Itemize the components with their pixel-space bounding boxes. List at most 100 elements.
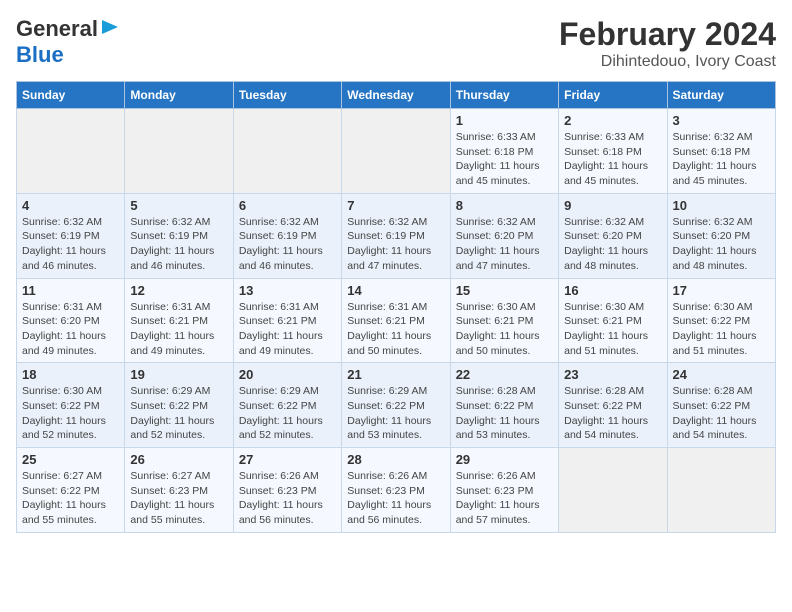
calendar-cell (667, 448, 775, 533)
calendar-cell: 18Sunrise: 6:30 AM Sunset: 6:22 PM Dayli… (17, 363, 125, 448)
day-info: Sunrise: 6:31 AM Sunset: 6:20 PM Dayligh… (22, 300, 119, 359)
weekday-header-saturday: Saturday (667, 82, 775, 109)
calendar-cell: 23 Sunrise: 6:28 AM Sunset: 6:22 PM Dayli… (559, 363, 667, 448)
calendar-cell: 19Sunrise: 6:29 AM Sunset: 6:22 PM Dayli… (125, 363, 233, 448)
calendar-cell: 27 Sunrise: 6:26 AM Sunset: 6:23 PM Dayli… (233, 448, 341, 533)
day-info: Sunrise: 6:27 AM Sunset: 6:22 PM Dayligh… (22, 469, 119, 528)
day-number: 16 (564, 283, 661, 298)
calendar-header: SundayMondayTuesdayWednesdayThursdayFrid… (17, 82, 776, 109)
weekday-header-thursday: Thursday (450, 82, 558, 109)
day-number: 12 (130, 283, 227, 298)
day-number: 5 (130, 198, 227, 213)
day-info: Sunrise: 6:29 AM Sunset: 6:22 PM Dayligh… (347, 384, 444, 443)
day-info: Sunrise: 6:32 AM Sunset: 6:19 PM Dayligh… (239, 215, 336, 274)
calendar-cell: 10 Sunrise: 6:32 AM Sunset: 6:20 PM Dayli… (667, 193, 775, 278)
weekday-header-monday: Monday (125, 82, 233, 109)
day-number: 7 (347, 198, 444, 213)
day-number: 24 (673, 367, 770, 382)
day-info: Sunrise: 6:32 AM Sunset: 6:19 PM Dayligh… (22, 215, 119, 274)
day-number: 23 (564, 367, 661, 382)
day-number: 9 (564, 198, 661, 213)
day-number: 28 (347, 452, 444, 467)
day-number: 22 (456, 367, 553, 382)
day-number: 26 (130, 452, 227, 467)
day-info: Sunrise: 6:28 AM Sunset: 6:22 PM Dayligh… (456, 384, 553, 443)
day-info: Sunrise: 6:28 AM Sunset: 6:22 PM Dayligh… (673, 384, 770, 443)
calendar-cell: 1 Sunrise: 6:33 AM Sunset: 6:18 PM Daylig… (450, 109, 558, 194)
logo-blue: Blue (16, 42, 64, 67)
day-number: 14 (347, 283, 444, 298)
calendar-cell: 16 Sunrise: 6:30 AM Sunset: 6:21 PM Dayli… (559, 278, 667, 363)
day-number: 3 (673, 113, 770, 128)
calendar-cell: 24 Sunrise: 6:28 AM Sunset: 6:22 PM Dayli… (667, 363, 775, 448)
calendar-cell: 12 Sunrise: 6:31 AM Sunset: 6:21 PM Dayli… (125, 278, 233, 363)
logo: General Blue (16, 16, 120, 68)
calendar-body: 1 Sunrise: 6:33 AM Sunset: 6:18 PM Daylig… (17, 109, 776, 533)
calendar-cell: 26 Sunrise: 6:27 AM Sunset: 6:23 PM Dayli… (125, 448, 233, 533)
logo-arrow-icon (100, 17, 120, 37)
weekday-header-tuesday: Tuesday (233, 82, 341, 109)
calendar-week-row: 4 Sunrise: 6:32 AM Sunset: 6:19 PM Daylig… (17, 193, 776, 278)
calendar-cell (17, 109, 125, 194)
day-info: Sunrise: 6:27 AM Sunset: 6:23 PM Dayligh… (130, 469, 227, 528)
calendar-cell: 3Sunrise: 6:32 AM Sunset: 6:18 PM Daylig… (667, 109, 775, 194)
calendar-cell: 6 Sunrise: 6:32 AM Sunset: 6:19 PM Daylig… (233, 193, 341, 278)
calendar-cell: 5Sunrise: 6:32 AM Sunset: 6:19 PM Daylig… (125, 193, 233, 278)
day-info: Sunrise: 6:31 AM Sunset: 6:21 PM Dayligh… (347, 300, 444, 359)
logo-general: General (16, 16, 98, 42)
day-info: Sunrise: 6:30 AM Sunset: 6:22 PM Dayligh… (22, 384, 119, 443)
calendar-cell: 20Sunrise: 6:29 AM Sunset: 6:22 PM Dayli… (233, 363, 341, 448)
calendar-cell (342, 109, 450, 194)
day-number: 11 (22, 283, 119, 298)
weekday-header-row: SundayMondayTuesdayWednesdayThursdayFrid… (17, 82, 776, 109)
weekday-header-friday: Friday (559, 82, 667, 109)
day-number: 13 (239, 283, 336, 298)
day-info: Sunrise: 6:33 AM Sunset: 6:18 PM Dayligh… (456, 130, 553, 189)
day-info: Sunrise: 6:30 AM Sunset: 6:22 PM Dayligh… (673, 300, 770, 359)
calendar-cell: 4 Sunrise: 6:32 AM Sunset: 6:19 PM Daylig… (17, 193, 125, 278)
day-info: Sunrise: 6:32 AM Sunset: 6:20 PM Dayligh… (564, 215, 661, 274)
calendar-cell: 13 Sunrise: 6:31 AM Sunset: 6:21 PM Dayli… (233, 278, 341, 363)
calendar-week-row: 18Sunrise: 6:30 AM Sunset: 6:22 PM Dayli… (17, 363, 776, 448)
day-info: Sunrise: 6:26 AM Sunset: 6:23 PM Dayligh… (456, 469, 553, 528)
day-number: 19 (130, 367, 227, 382)
day-number: 15 (456, 283, 553, 298)
calendar-cell: 9 Sunrise: 6:32 AM Sunset: 6:20 PM Daylig… (559, 193, 667, 278)
weekday-header-wednesday: Wednesday (342, 82, 450, 109)
day-number: 10 (673, 198, 770, 213)
day-info: Sunrise: 6:32 AM Sunset: 6:20 PM Dayligh… (673, 215, 770, 274)
calendar-location: Dihintedouo, Ivory Coast (559, 53, 776, 71)
day-number: 4 (22, 198, 119, 213)
page-header: General Blue February 2024 Dihintedouo, … (16, 16, 776, 71)
day-number: 29 (456, 452, 553, 467)
day-number: 6 (239, 198, 336, 213)
calendar-cell: 21 Sunrise: 6:29 AM Sunset: 6:22 PM Dayli… (342, 363, 450, 448)
calendar-cell (559, 448, 667, 533)
calendar-week-row: 25 Sunrise: 6:27 AM Sunset: 6:22 PM Dayli… (17, 448, 776, 533)
calendar-cell (125, 109, 233, 194)
calendar-cell: 11 Sunrise: 6:31 AM Sunset: 6:20 PM Dayli… (17, 278, 125, 363)
calendar-cell (233, 109, 341, 194)
day-number: 1 (456, 113, 553, 128)
day-info: Sunrise: 6:26 AM Sunset: 6:23 PM Dayligh… (239, 469, 336, 528)
day-info: Sunrise: 6:26 AM Sunset: 6:23 PM Dayligh… (347, 469, 444, 528)
day-info: Sunrise: 6:31 AM Sunset: 6:21 PM Dayligh… (130, 300, 227, 359)
calendar-cell: 25 Sunrise: 6:27 AM Sunset: 6:22 PM Dayli… (17, 448, 125, 533)
calendar-title-block: February 2024 Dihintedouo, Ivory Coast (559, 16, 776, 71)
day-info: Sunrise: 6:30 AM Sunset: 6:21 PM Dayligh… (564, 300, 661, 359)
day-info: Sunrise: 6:28 AM Sunset: 6:22 PM Dayligh… (564, 384, 661, 443)
calendar-cell: 8Sunrise: 6:32 AM Sunset: 6:20 PM Daylig… (450, 193, 558, 278)
day-number: 27 (239, 452, 336, 467)
calendar-table: SundayMondayTuesdayWednesdayThursdayFrid… (16, 81, 776, 533)
day-number: 17 (673, 283, 770, 298)
calendar-cell: 2Sunrise: 6:33 AM Sunset: 6:18 PM Daylig… (559, 109, 667, 194)
calendar-cell: 22 Sunrise: 6:28 AM Sunset: 6:22 PM Dayli… (450, 363, 558, 448)
day-info: Sunrise: 6:29 AM Sunset: 6:22 PM Dayligh… (239, 384, 336, 443)
day-info: Sunrise: 6:30 AM Sunset: 6:21 PM Dayligh… (456, 300, 553, 359)
calendar-week-row: 11 Sunrise: 6:31 AM Sunset: 6:20 PM Dayli… (17, 278, 776, 363)
calendar-cell: 15 Sunrise: 6:30 AM Sunset: 6:21 PM Dayli… (450, 278, 558, 363)
day-number: 21 (347, 367, 444, 382)
day-info: Sunrise: 6:31 AM Sunset: 6:21 PM Dayligh… (239, 300, 336, 359)
day-number: 8 (456, 198, 553, 213)
day-number: 25 (22, 452, 119, 467)
